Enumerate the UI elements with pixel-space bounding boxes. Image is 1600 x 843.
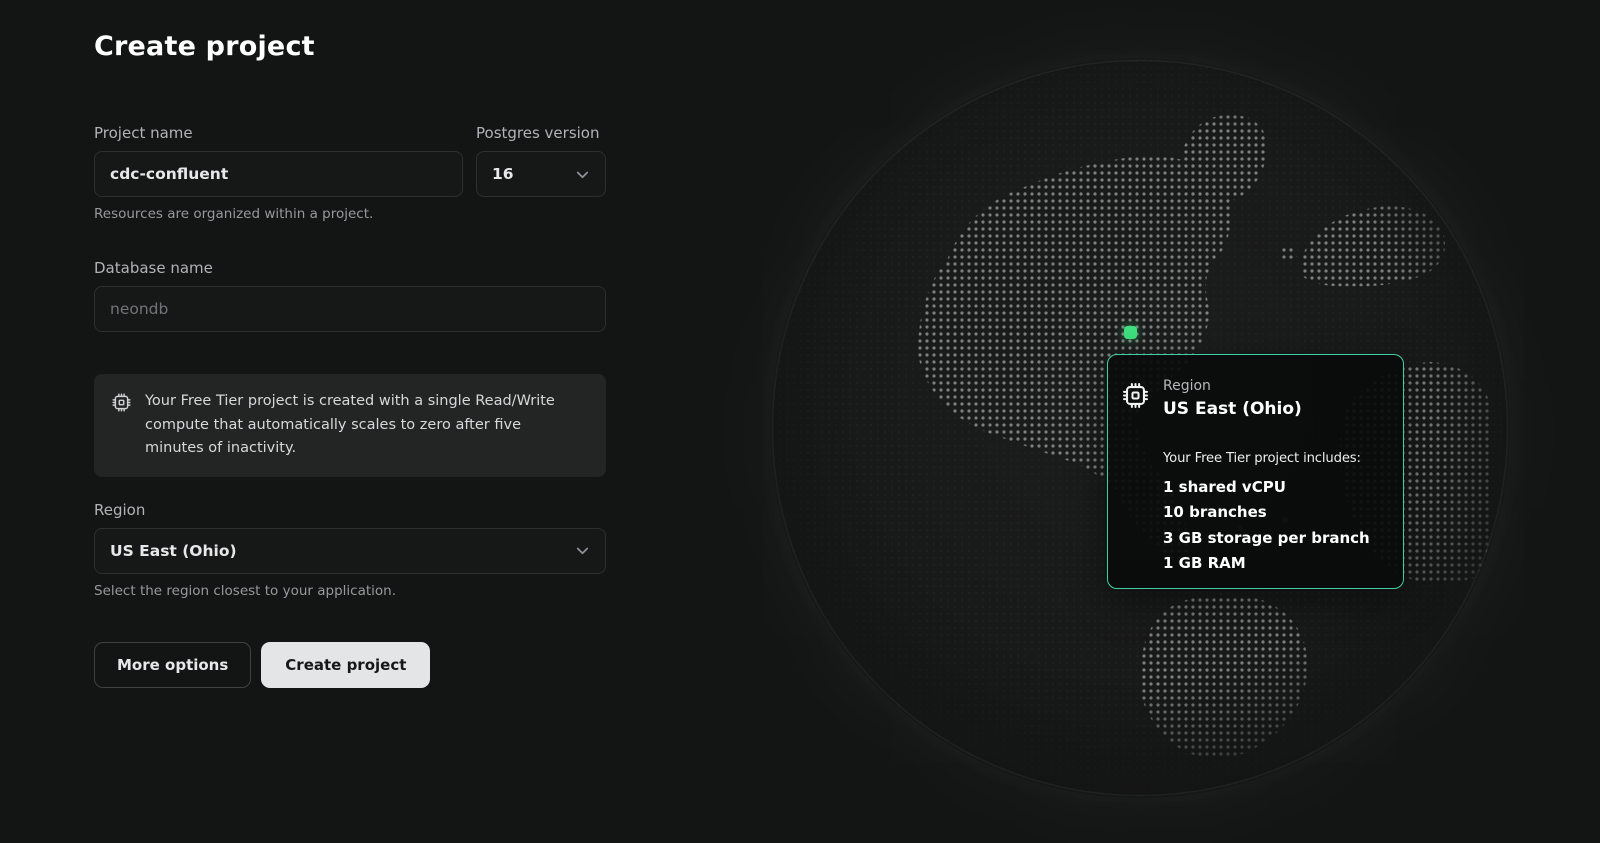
database-name-input[interactable]	[94, 286, 606, 332]
postgres-version-label: Postgres version	[476, 124, 606, 142]
name-version-row: Project name Postgres version 16	[94, 124, 606, 197]
page-title: Create project	[94, 30, 606, 63]
tooltip-region-label: Region	[1163, 378, 1302, 395]
project-name-field: Project name	[94, 124, 463, 197]
tooltip-includes-heading: Your Free Tier project includes:	[1163, 451, 1393, 466]
postgres-version-value: 16	[492, 165, 514, 183]
database-name-label: Database name	[94, 259, 606, 277]
tooltip-includes-list: 1 shared vCPU 10 branches 3 GB storage p…	[1163, 475, 1393, 577]
database-name-field: Database name	[94, 259, 606, 332]
region-help: Select the region closest to your applic…	[94, 583, 606, 600]
postgres-version-select[interactable]: 16	[476, 151, 606, 197]
project-name-label: Project name	[94, 124, 463, 142]
region-tooltip-title: Region US East (Ohio)	[1163, 378, 1302, 419]
tooltip-include-item: 1 shared vCPU	[1163, 475, 1393, 500]
create-project-button[interactable]: Create project	[261, 642, 430, 688]
region-value: US East (Ohio)	[110, 542, 237, 560]
tooltip-include-item: 10 branches	[1163, 500, 1393, 525]
cpu-icon	[111, 392, 132, 413]
tooltip-include-item: 3 GB storage per branch	[1163, 526, 1393, 551]
region-tooltip-body: Your Free Tier project includes: 1 share…	[1163, 451, 1393, 577]
region-select[interactable]: US East (Ohio)	[94, 528, 606, 574]
postgres-version-field: Postgres version 16	[476, 124, 606, 197]
free-tier-note-text: Your Free Tier project is created with a…	[145, 390, 584, 461]
region-tooltip: Region US East (Ohio) Your Free Tier pro…	[1107, 354, 1404, 589]
chevron-down-icon	[573, 165, 592, 184]
project-name-help: Resources are organized within a project…	[94, 206, 606, 223]
region-tooltip-header: Region US East (Ohio)	[1108, 355, 1403, 419]
cpu-icon	[1121, 381, 1150, 410]
form-actions: More options Create project	[94, 642, 606, 688]
region-label: Region	[94, 501, 606, 519]
tooltip-region-value: US East (Ohio)	[1163, 399, 1302, 419]
free-tier-note: Your Free Tier project is created with a…	[94, 374, 606, 477]
tooltip-include-item: 1 GB RAM	[1163, 551, 1393, 576]
project-name-input[interactable]	[94, 151, 463, 197]
more-options-button[interactable]: More options	[94, 642, 251, 688]
create-project-form: Create project Project name Postgres ver…	[94, 30, 606, 688]
chevron-down-icon	[573, 541, 592, 560]
region-marker[interactable]	[1124, 326, 1137, 339]
region-field: Region US East (Ohio)	[94, 501, 606, 574]
